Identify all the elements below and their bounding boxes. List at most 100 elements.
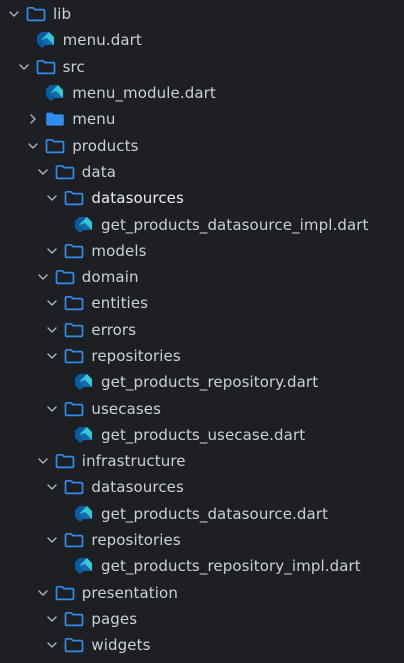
- tree-item-label: usecases: [91, 399, 162, 418]
- folder-closed-icon: [45, 110, 67, 128]
- folder-open-icon: [64, 294, 86, 312]
- folder-open-icon: [36, 58, 58, 76]
- tree-item-label: lib: [53, 5, 72, 24]
- tree-item-label: entities: [91, 294, 149, 313]
- tree-item-label: get_products_datasource.dart: [101, 504, 329, 523]
- folder-open-icon: [26, 5, 48, 23]
- folder-item-presentation[interactable]: presentation: [0, 580, 404, 606]
- chevron-down-icon[interactable]: [16, 59, 32, 75]
- folder-item-repositories[interactable]: repositories: [0, 343, 404, 369]
- folder-open-icon: [64, 242, 86, 260]
- chevron-down-icon[interactable]: [44, 322, 60, 338]
- folder-item-pages[interactable]: pages: [0, 606, 404, 632]
- dart-file-icon: [36, 31, 58, 49]
- dart-file-icon: [74, 426, 96, 444]
- tree-item-label: datasources: [91, 189, 184, 208]
- folder-open-icon: [64, 636, 86, 654]
- chevron-down-icon[interactable]: [35, 585, 51, 601]
- folder-item-widgets[interactable]: widgets: [0, 632, 404, 658]
- chevron-down-icon[interactable]: [35, 164, 51, 180]
- tree-item-label: menu_module.dart: [72, 84, 216, 103]
- folder-open-icon: [55, 163, 77, 181]
- chevron-down-icon[interactable]: [35, 453, 51, 469]
- chevron-down-icon[interactable]: [6, 6, 22, 22]
- file-item-get-products-datasource-impl-dart[interactable]: get_products_datasource_impl.dart: [0, 211, 404, 237]
- folder-item-usecases[interactable]: usecases: [0, 395, 404, 421]
- tree-item-label: get_products_datasource_impl.dart: [101, 215, 369, 234]
- dart-file-icon: [74, 505, 96, 523]
- tree-item-label: domain: [81, 268, 139, 287]
- tree-item-label: data: [81, 162, 116, 181]
- folder-item-lib[interactable]: lib: [0, 1, 404, 27]
- folder-open-icon: [64, 400, 86, 418]
- folder-open-icon: [64, 610, 86, 628]
- tree-item-label: menu: [72, 110, 116, 129]
- chevron-down-icon[interactable]: [44, 532, 60, 548]
- folder-open-icon: [55, 584, 77, 602]
- tree-item-label: widgets: [91, 636, 151, 655]
- folder-item-products[interactable]: products: [0, 132, 404, 158]
- folder-open-icon: [64, 189, 86, 207]
- dart-file-icon: [74, 373, 96, 391]
- chevron-down-icon[interactable]: [44, 401, 60, 417]
- folder-item-src[interactable]: src: [0, 54, 404, 80]
- tree-item-label: errors: [91, 320, 137, 339]
- tree-item-label: models: [91, 241, 147, 260]
- tree-item-label: infrastructure: [81, 452, 186, 471]
- tree-item-label: get_products_usecase.dart: [101, 425, 306, 444]
- tree-item-label: get_products_repository_impl.dart: [101, 557, 361, 576]
- chevron-down-icon[interactable]: [44, 295, 60, 311]
- file-explorer-tree: lib menu.dart src menu_module.dartmenu pro…: [0, 0, 404, 663]
- folder-open-icon: [64, 321, 86, 339]
- chevron-down-icon[interactable]: [44, 611, 60, 627]
- file-item-get-products-datasource-dart[interactable]: get_products_datasource.dart: [0, 501, 404, 527]
- file-item-menu-module-dart[interactable]: menu_module.dart: [0, 80, 404, 106]
- folder-open-icon: [45, 137, 67, 155]
- folder-open-icon: [64, 478, 86, 496]
- folder-item-repositories[interactable]: repositories: [0, 527, 404, 553]
- tree-item-label: products: [72, 136, 139, 155]
- tree-item-label: presentation: [81, 583, 178, 602]
- folder-item-datasources[interactable]: datasources: [0, 474, 404, 500]
- tree-item-label: repositories: [91, 347, 181, 365]
- chevron-right-icon[interactable]: [25, 111, 41, 127]
- chevron-down-icon[interactable]: [44, 348, 60, 364]
- folder-open-icon: [55, 268, 77, 286]
- file-item-get-products-usecase-dart[interactable]: get_products_usecase.dart: [0, 422, 404, 448]
- chevron-down-icon[interactable]: [44, 479, 60, 495]
- dart-file-icon: [74, 557, 96, 575]
- folder-item-models[interactable]: models: [0, 238, 404, 264]
- folder-item-domain[interactable]: domain: [0, 264, 404, 290]
- chevron-down-icon[interactable]: [44, 637, 60, 653]
- tree-item-label: get_products_repository.dart: [101, 373, 319, 392]
- tree-item-label: datasources: [91, 478, 184, 497]
- chevron-down-icon[interactable]: [35, 269, 51, 285]
- folder-open-icon: [64, 531, 86, 549]
- folder-item-errors[interactable]: errors: [0, 317, 404, 343]
- folder-item-datasources[interactable]: datasources: [0, 185, 404, 211]
- file-item-menu-dart[interactable]: menu.dart: [0, 27, 404, 53]
- tree-item-label: pages: [91, 609, 138, 628]
- folder-item-menu[interactable]: menu: [0, 106, 404, 132]
- file-item-get-products-repository-dart[interactable]: get_products_repository.dart: [0, 369, 404, 395]
- chevron-down-icon[interactable]: [44, 190, 60, 206]
- tree-item-label: menu.dart: [62, 31, 142, 50]
- dart-file-icon: [74, 216, 96, 234]
- folder-item-data[interactable]: data: [0, 159, 404, 185]
- file-item-get-products-repository-impl-dart[interactable]: get_products_repository_impl.dart: [0, 553, 404, 579]
- chevron-down-icon[interactable]: [44, 243, 60, 259]
- tree-item-label: repositories: [91, 531, 181, 550]
- folder-item-infrastructure[interactable]: infrastructure: [0, 448, 404, 474]
- tree-item-label: src: [62, 57, 85, 76]
- dart-file-icon: [45, 84, 67, 102]
- folder-item-entities[interactable]: entities: [0, 290, 404, 316]
- chevron-down-icon[interactable]: [25, 138, 41, 154]
- folder-open-icon: [64, 347, 86, 365]
